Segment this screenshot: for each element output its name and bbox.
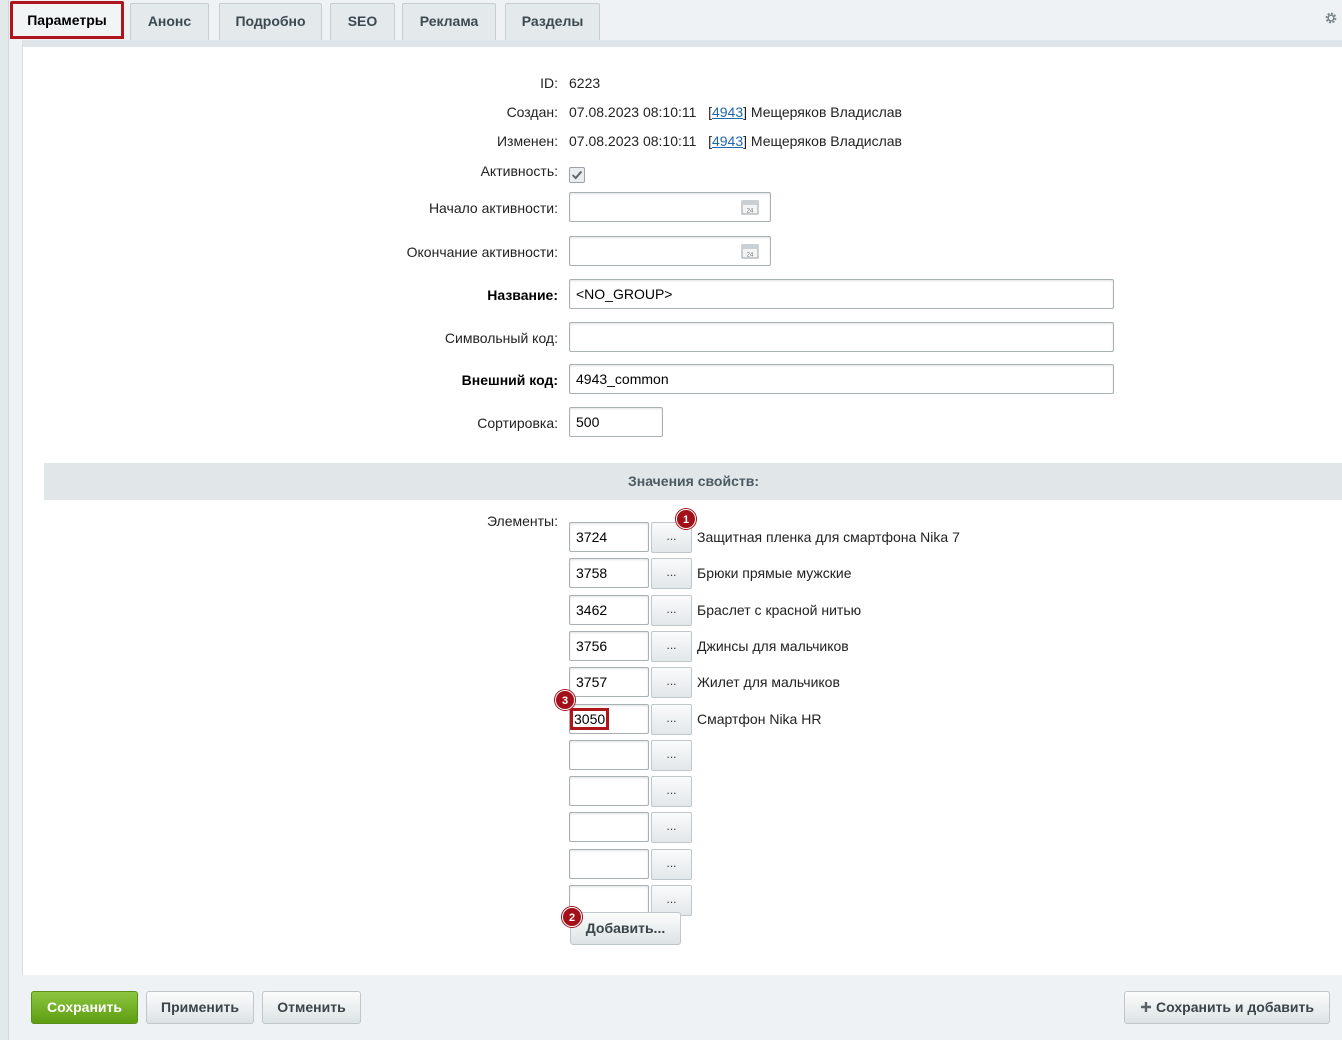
annotation-badge-2: 2 — [562, 907, 582, 927]
element-name: Браслет с красной нитью — [697, 601, 862, 618]
element-browse-button[interactable]: ... — [651, 594, 692, 626]
element-id-field[interactable]: 3758 — [569, 558, 649, 589]
active-to-label: Окончание активности: — [406, 244, 558, 260]
element-browse-button[interactable]: ... — [651, 667, 692, 699]
sort-label: Сортировка: — [477, 415, 558, 431]
gear-icon[interactable] — [1324, 11, 1338, 25]
properties-section-header: Значения свойств: — [44, 463, 1342, 500]
tab-parameters[interactable]: Параметры — [10, 1, 124, 39]
highlighted-value: 3050 — [569, 707, 610, 730]
checkmark-icon — [571, 170, 583, 180]
calendar-icon[interactable]: 24 — [741, 199, 759, 215]
element-name: Джинсы для мальчиков — [697, 637, 849, 654]
tab-advertising[interactable]: Реклама — [402, 3, 496, 40]
tab-bar: Параметры Анонс Подробно SEO Реклама Раз… — [9, 0, 1342, 40]
id-label: ID: — [540, 75, 558, 91]
created-user-link[interactable]: 4943 — [712, 104, 743, 120]
name-field[interactable]: <NO_GROUP> — [569, 279, 1114, 309]
created-label: Создан: — [506, 104, 558, 120]
save-and-add-button[interactable]: Сохранить и добавить — [1124, 991, 1330, 1024]
element-browse-button[interactable]: ... — [651, 776, 692, 808]
element-browse-button[interactable]: ... — [651, 630, 692, 662]
annotation-badge-1: 1 — [676, 509, 696, 529]
modified-label: Изменен: — [496, 133, 558, 149]
element-id-field[interactable] — [569, 848, 649, 879]
tab-sections[interactable]: Разделы — [505, 3, 600, 40]
active-label: Активность: — [480, 163, 558, 179]
code-label: Символьный код: — [444, 330, 558, 346]
save-button[interactable]: Сохранить — [31, 991, 138, 1024]
element-browse-button[interactable]: ... — [651, 739, 692, 771]
cancel-button[interactable]: Отменить — [262, 991, 361, 1024]
created-date: 07.08.2023 08:10:11 — [569, 104, 697, 120]
element-name: Смартфон Nika HR — [697, 710, 822, 727]
modified-user-link[interactable]: 4943 — [712, 133, 743, 149]
element-browse-button[interactable]: ... — [651, 812, 692, 844]
main-panel: ID: 6223 Создан: 07.08.2023 08:10:11 [49… — [22, 40, 1342, 975]
tab-seo[interactable]: SEO — [330, 3, 395, 40]
modified-user-name: Мещеряков Владислав — [750, 133, 902, 149]
element-id-field[interactable]: 3756 — [569, 630, 649, 661]
element-browse-button[interactable]: ... — [651, 558, 692, 590]
xml-id-label: Внешний код: — [461, 372, 558, 388]
active-from-label: Начало активности: — [428, 200, 558, 216]
element-id-field[interactable] — [569, 885, 649, 915]
element-browse-button[interactable]: ... — [651, 848, 692, 880]
element-browse-button[interactable]: ... — [651, 703, 692, 735]
element-id-field[interactable]: 3462 — [569, 594, 649, 625]
xml-id-field[interactable]: 4943_common — [569, 364, 1114, 394]
save-and-add-label: Сохранить и добавить — [1156, 999, 1314, 1015]
element-name: Брюки прямые мужские — [697, 565, 852, 582]
id-value: 6223 — [569, 75, 601, 91]
elements-label: Элементы: — [486, 513, 558, 529]
element-name: Жилет для мальчиков — [697, 674, 840, 691]
tab-announce[interactable]: Анонс — [130, 3, 209, 40]
sort-field[interactable]: 500 — [569, 407, 663, 437]
plus-icon — [1141, 1002, 1152, 1012]
calendar-icon[interactable]: 24 — [741, 243, 759, 259]
add-element-button[interactable]: Добавить... — [570, 912, 681, 945]
created-info: 07.08.2023 08:10:11 [4943] Мещеряков Вла… — [569, 104, 902, 120]
tab-details[interactable]: Подробно — [219, 3, 322, 40]
svg-text:24: 24 — [747, 209, 754, 215]
svg-text:24: 24 — [747, 253, 754, 259]
name-label: Название: — [487, 287, 558, 303]
element-id-field[interactable]: 3724 — [569, 522, 649, 552]
modified-info: 07.08.2023 08:10:11 [4943] Мещеряков Вла… — [569, 133, 902, 149]
annotation-badge-3: 3 — [555, 690, 575, 710]
element-name: Защитная пленка для смартфона Nika 7 — [697, 529, 960, 545]
element-id-field[interactable] — [569, 812, 649, 843]
element-id-field[interactable]: 3050 — [569, 703, 649, 734]
left-scroll-strip — [0, 0, 9, 1040]
created-user-name: Мещеряков Владислав — [750, 104, 902, 120]
element-id-field[interactable] — [569, 739, 649, 770]
element-id-field[interactable] — [569, 776, 649, 807]
element-id-field[interactable]: 3757 — [569, 667, 649, 698]
modified-date: 07.08.2023 08:10:11 — [569, 133, 697, 149]
apply-button[interactable]: Применить — [146, 991, 254, 1024]
active-checkbox[interactable] — [569, 167, 585, 183]
code-field[interactable] — [569, 322, 1114, 352]
